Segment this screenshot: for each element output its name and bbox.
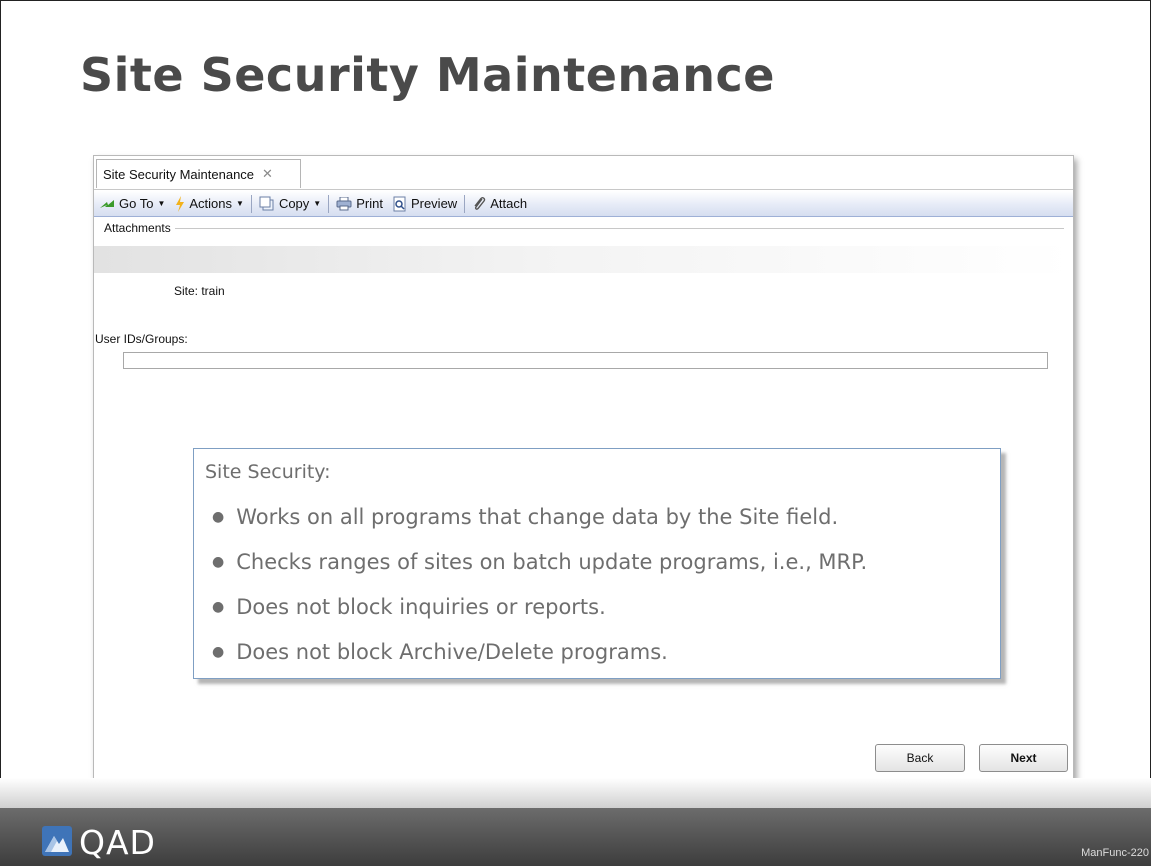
bullet-icon: ● [212,553,225,570]
print-button[interactable]: Print [331,191,388,216]
slide-title: Site Security Maintenance [80,48,775,102]
copy-icon [259,196,275,212]
goto-label: Go To [119,196,154,211]
bullet-icon: ● [212,643,225,660]
list-item: ● Checks ranges of sites on batch update … [205,539,1000,584]
actions-button[interactable]: Actions ▼ [170,191,249,216]
next-button[interactable]: Next [979,744,1068,772]
bullet-icon: ● [212,598,225,615]
toolbar-divider [464,194,466,213]
callout-bullet-list: ● Works on all programs that change data … [205,494,1000,674]
header-band [94,246,1073,273]
footer-fade [0,778,1151,808]
chevron-down-icon: ▼ [313,199,322,208]
tab-site-security-maintenance[interactable]: Site Security Maintenance ✕ [96,159,301,188]
preview-label: Preview [410,196,458,211]
divider [174,227,1064,229]
copy-button[interactable]: Copy ▼ [254,191,326,216]
footer-bar [0,808,1151,866]
user-ids-groups-input[interactable] [123,352,1048,369]
logo-text: QAD [79,823,156,862]
slide-code: ManFunc-220 [1081,847,1149,859]
attach-label: Attach [490,196,528,211]
tab-bar: Site Security Maintenance ✕ [94,156,1073,190]
bullet-text: Does not block Archive/Delete programs. [236,639,668,664]
toolbar: Go To ▼ Actions ▼ Copy ▼ Print Preview A… [94,191,1073,217]
qad-logo-icon [42,825,72,860]
printer-icon [336,196,352,211]
callout-heading: Site Security: [205,461,331,483]
close-icon[interactable]: ✕ [262,166,273,182]
toolbar-divider [250,194,252,213]
list-item: ● Works on all programs that change data … [205,494,1000,539]
attachments-label: Attachments [104,221,171,235]
site-security-callout: Site Security: ● Works on all programs th… [193,448,1001,679]
bullet-text: Works on all programs that change data b… [236,504,839,529]
goto-arrow-icon [99,198,115,210]
preview-button[interactable]: Preview [388,191,462,216]
toolbar-divider [328,194,330,213]
bullet-text: Does not block inquiries or reports. [236,594,606,619]
copy-label: Copy [278,196,310,211]
goto-button[interactable]: Go To ▼ [94,191,170,216]
print-label: Print [356,196,383,211]
list-item: ● Does not block inquiries or reports. [205,584,1000,629]
list-item: ● Does not block Archive/Delete programs. [205,629,1000,674]
bullet-icon: ● [212,508,225,525]
bullet-text: Checks ranges of sites on batch update p… [236,549,868,574]
user-ids-groups-label: User IDs/Groups: [95,332,188,346]
chevron-down-icon: ▼ [236,199,244,208]
attach-button[interactable]: Attach [467,191,532,216]
qad-logo: QAD [42,823,156,862]
back-button[interactable]: Back [875,744,965,772]
lightning-icon [175,195,185,212]
preview-icon [393,196,407,212]
paperclip-icon [472,196,486,212]
tab-label: Site Security Maintenance [103,166,255,182]
attachments-section[interactable]: Attachments [104,220,1064,236]
chevron-down-icon: ▼ [157,199,166,208]
actions-label: Actions [189,196,233,211]
site-field-text: Site: train [174,284,225,298]
